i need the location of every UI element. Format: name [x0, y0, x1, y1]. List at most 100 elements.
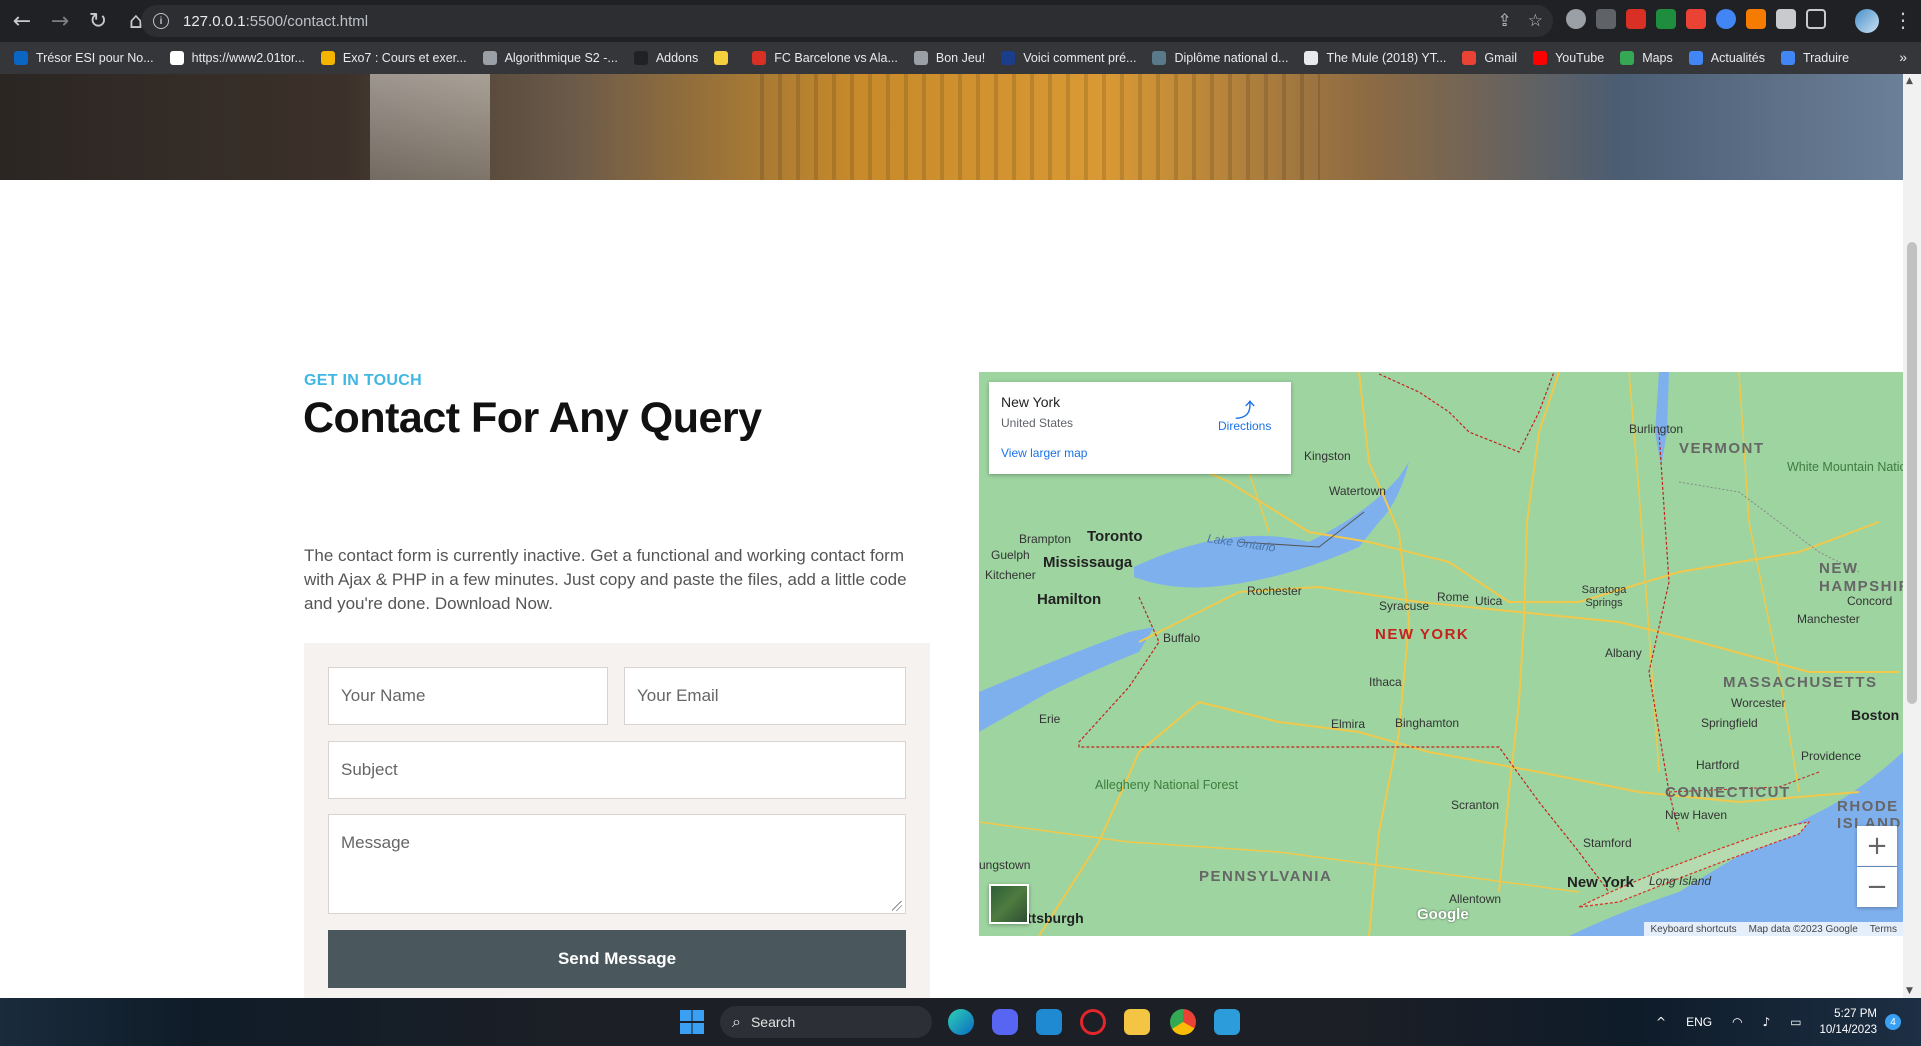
bookmark-item[interactable]: Diplôme national d... [1152, 51, 1288, 65]
discord-icon[interactable] [992, 1009, 1018, 1035]
bookmark-favicon-icon [1462, 51, 1477, 65]
bookmark-label: Diplôme national d... [1174, 51, 1289, 65]
bookmark-item[interactable]: Addons [633, 51, 698, 65]
bookmark-item[interactable]: Maps [1620, 51, 1673, 65]
map-label-hartford: Hartford [1696, 758, 1740, 772]
url-text[interactable]: 127.0.0.1:5500/contact.html [183, 13, 368, 30]
bookmark-label: Maps [1642, 51, 1673, 65]
directions-link[interactable]: Directions [1218, 419, 1271, 433]
name-input[interactable] [328, 667, 608, 725]
bookmark-item[interactable]: Gmail [1462, 51, 1517, 65]
scroll-up-icon[interactable]: ▲ [1906, 76, 1913, 86]
notification-badge[interactable]: 4 [1885, 1014, 1901, 1030]
taskbar-search[interactable]: ⌕ Search [720, 1006, 932, 1038]
extension-icon[interactable] [1566, 9, 1586, 29]
bookmark-item[interactable]: https://www2.01tor... [169, 51, 305, 65]
share-icon[interactable]: ⇪ [1498, 11, 1512, 31]
scroll-down-icon[interactable]: ▼ [1906, 986, 1913, 996]
message-textarea[interactable] [328, 814, 906, 914]
extension-icon[interactable] [1596, 9, 1616, 29]
map-label-mississauga: Mississauga [1043, 554, 1133, 571]
file-explorer-icon[interactable] [1124, 1009, 1150, 1035]
embedded-map[interactable]: Kingston Watertown Burlington VERMONT Wh… [979, 372, 1903, 936]
map-label-concord: Concord [1847, 594, 1893, 608]
side-panel-icon[interactable] [1806, 9, 1826, 29]
satellite-layer-toggle[interactable] [989, 884, 1029, 924]
bookmark-item[interactable]: Voici comment pré... [1001, 51, 1136, 65]
os-taskbar: ⌕ Search ^ ENG ◠ ♪ ▭ 5:27 PM 10/14/2023 … [0, 998, 1921, 1046]
map-label-hamilton: Hamilton [1037, 591, 1102, 608]
view-larger-map-link[interactable]: View larger map [1001, 446, 1087, 460]
map-label-massachusetts: MASSACHUSETTS [1723, 674, 1878, 691]
bookmarks-overflow-icon[interactable]: » [1899, 49, 1907, 65]
map-attribution-link[interactable]: Terms [1870, 924, 1897, 935]
back-icon[interactable]: ← [6, 5, 38, 37]
map-label-rochester: Rochester [1247, 584, 1302, 598]
windows-start-icon[interactable] [680, 1010, 704, 1034]
extension-tray [1566, 9, 1826, 29]
battery-icon[interactable]: ▭ [1790, 1015, 1801, 1029]
site-info-icon[interactable]: i [153, 13, 169, 29]
bookmark-item[interactable]: Trésor ESI pour No... [14, 51, 154, 65]
edge-icon[interactable] [948, 1009, 974, 1035]
bookmark-item[interactable]: The Mule (2018) YT... [1304, 51, 1446, 65]
bookmark-item[interactable]: Actualités [1688, 51, 1765, 65]
reload-icon[interactable]: ↻ [82, 5, 114, 37]
bookmark-favicon-icon [752, 51, 767, 65]
profile-avatar[interactable] [1855, 9, 1879, 33]
map-attribution-link[interactable]: Keyboard shortcuts [1650, 924, 1736, 935]
wifi-icon[interactable]: ◠ [1732, 1015, 1742, 1029]
subject-input[interactable] [328, 741, 906, 799]
forward-icon[interactable]: → [44, 5, 76, 37]
textarea-resize-handle[interactable] [892, 901, 902, 911]
extension-icon[interactable] [1686, 9, 1706, 29]
page-scrollbar[interactable]: ▲ ▼ [1903, 74, 1921, 998]
bookmark-favicon-icon [1001, 51, 1016, 65]
bookmark-favicon-icon [1780, 51, 1795, 65]
bookmark-item[interactable]: YouTube [1533, 51, 1604, 65]
map-label-scranton: Scranton [1451, 798, 1500, 812]
map-label-syracuse: Syracuse [1379, 599, 1430, 613]
address-bar[interactable]: i 127.0.0.1:5500/contact.html ⇪ ☆ [141, 5, 1553, 37]
bookmark-star-icon[interactable]: ☆ [1528, 11, 1543, 31]
bookmark-item[interactable]: Algorithmique S2 -... [482, 51, 618, 65]
map-attribution-link[interactable]: Map data ©2023 Google [1749, 924, 1858, 935]
map-label-brampton: Brampton [1019, 532, 1072, 546]
map-label-stamford: Stamford [1583, 836, 1632, 850]
clock-time: 5:27 PM [1834, 1008, 1877, 1020]
map-label-connecticut: CONNECTICUT [1665, 784, 1791, 801]
send-message-button[interactable]: Send Message [328, 930, 906, 988]
zoom-in-button[interactable]: + [1857, 826, 1897, 866]
chevron-up-icon[interactable]: ^ [1656, 1015, 1666, 1029]
bookmark-item[interactable]: Exo7 : Cours et exer... [320, 51, 467, 65]
opera-icon[interactable] [1080, 1009, 1106, 1035]
bookmark-item[interactable]: Bon Jeu! [913, 51, 985, 65]
map-attribution: Keyboard shortcuts Map data ©2023 Google T… [1644, 922, 1903, 936]
email-input[interactable] [624, 667, 906, 725]
volume-icon[interactable]: ♪ [1763, 1015, 1771, 1029]
vscode-icon[interactable] [1036, 1009, 1062, 1035]
map-label-elmira: Elmira [1331, 717, 1366, 731]
puzzle-icon[interactable] [1776, 9, 1796, 29]
chrome-icon[interactable] [1170, 1009, 1196, 1035]
bookmark-item[interactable]: Traduire [1780, 51, 1849, 65]
bookmark-favicon-icon [913, 51, 928, 65]
map-label-watertown: Watertown [1329, 484, 1386, 498]
scroll-thumb[interactable] [1907, 242, 1917, 704]
extension-icon[interactable] [1716, 9, 1736, 29]
system-clock[interactable]: 5:27 PM 10/14/2023 [1813, 1006, 1877, 1038]
map-label-binghamton: Binghamton [1395, 716, 1460, 730]
language-indicator[interactable]: ENG [1686, 1015, 1712, 1029]
extension-icon[interactable] [1626, 9, 1646, 29]
hero-image [0, 74, 1903, 180]
map-label-rome: Rome [1437, 590, 1470, 604]
app-icon[interactable] [1214, 1009, 1240, 1035]
nav-buttons: ← → ↻ ⌂ [6, 5, 152, 37]
bookmark-item[interactable] [714, 51, 736, 65]
extension-icon[interactable] [1656, 9, 1676, 29]
map-label-new-york-city: New York [1567, 874, 1634, 891]
menu-icon[interactable]: ⋮ [1893, 8, 1913, 32]
extension-icon[interactable] [1746, 9, 1766, 29]
bookmark-item[interactable]: FC Barcelone vs Ala... [752, 51, 898, 65]
zoom-out-button[interactable]: − [1857, 867, 1897, 907]
